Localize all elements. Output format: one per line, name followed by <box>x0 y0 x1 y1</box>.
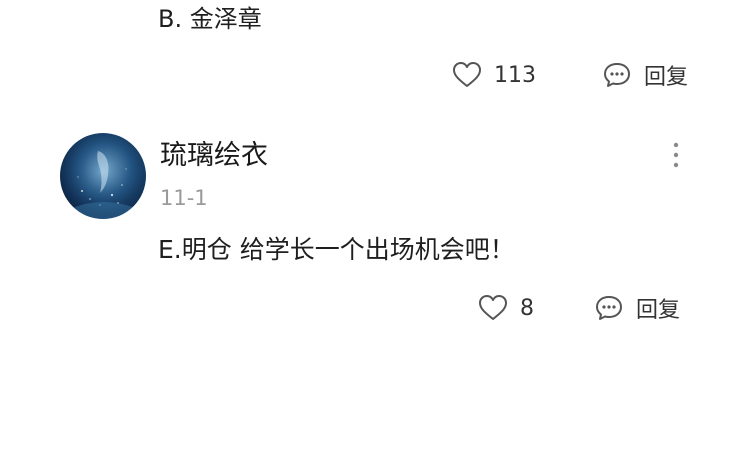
like-count: 8 <box>520 295 534 321</box>
like-count: 113 <box>494 62 536 88</box>
comment-actions: 8 回复 <box>478 291 680 325</box>
avatar[interactable] <box>60 133 146 219</box>
reply-button[interactable]: 回复 <box>594 292 680 324</box>
reply-label: 回复 <box>636 298 681 323</box>
like-button[interactable]: 8 <box>478 294 534 322</box>
reply-label: 回复 <box>644 65 689 90</box>
like-button[interactable]: 113 <box>452 61 536 89</box>
comment-text: E.明仓 给学长一个出场机会吧！ <box>158 235 515 264</box>
more-button[interactable] <box>664 140 688 170</box>
heart-outline-icon <box>452 61 482 89</box>
reply-button[interactable]: 回复 <box>602 59 688 91</box>
chat-bubble-icon <box>602 61 632 89</box>
previous-comment-text: B. 金泽章 <box>158 5 262 33</box>
username[interactable]: 琉璃绘衣 <box>160 138 268 174</box>
chat-bubble-icon <box>594 294 624 322</box>
more-vertical-icon <box>664 142 688 174</box>
previous-comment-actions: 113 回复 <box>452 58 688 92</box>
comment-date: 11-1 <box>160 186 208 210</box>
heart-outline-icon <box>478 294 508 322</box>
